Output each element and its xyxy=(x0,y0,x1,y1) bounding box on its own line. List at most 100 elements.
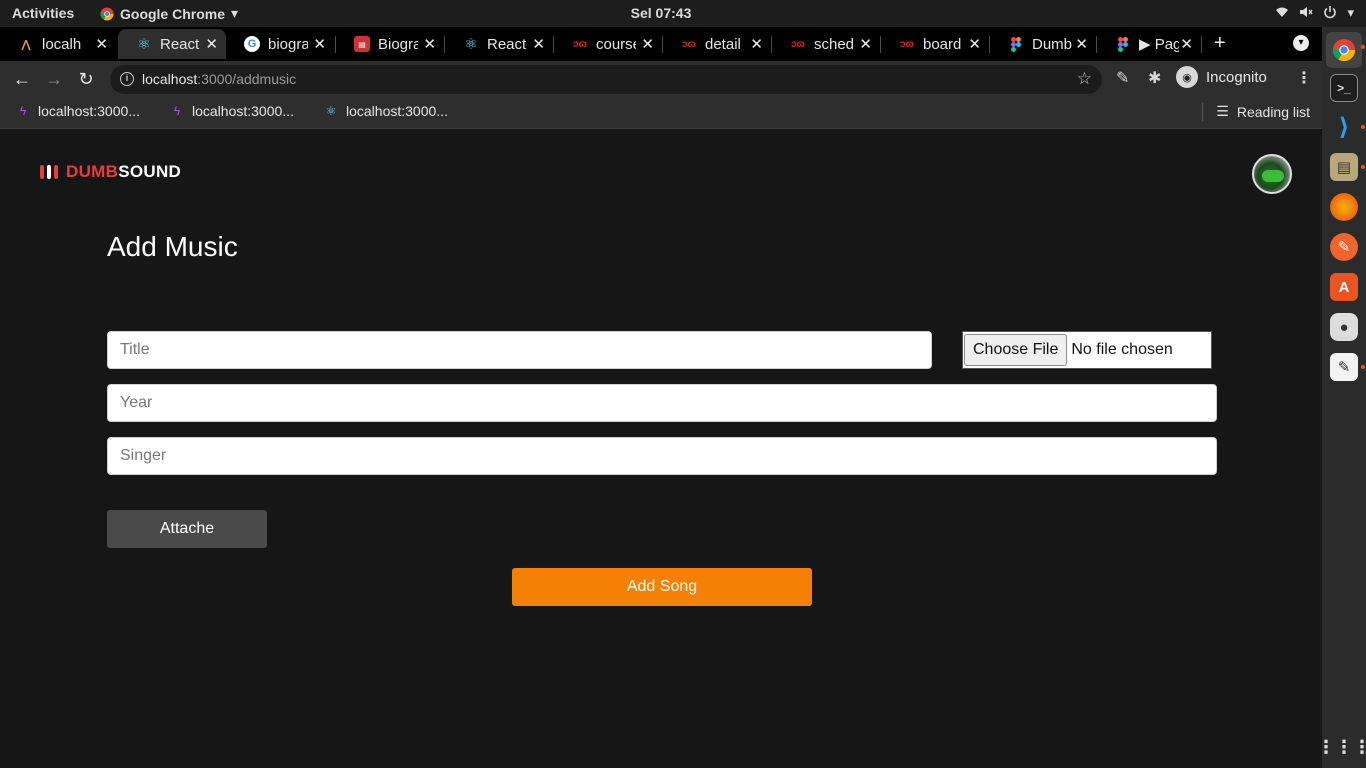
google-icon: G xyxy=(244,36,260,52)
bolt-icon: ϟ xyxy=(173,104,181,118)
site-icon: ▤ xyxy=(354,36,370,52)
text-editor-icon[interactable]: ✎ xyxy=(1330,353,1358,381)
tab-label: ▶ Pag xyxy=(1139,36,1179,53)
tab-6[interactable]: ↄɷ detail ✕ xyxy=(663,29,771,59)
tab-2[interactable]: G biogra ✕ xyxy=(226,29,334,59)
address-bar[interactable]: i localhost:3000/addmusic ☆ xyxy=(110,65,1102,94)
browser-window: ⋀ localho ✕ ⚛ React A ✕ G biogra ✕ ▤ Bio… xyxy=(0,27,1322,768)
profile-label: Incognito xyxy=(1206,68,1267,86)
tab-0[interactable]: ⋀ localho ✕ xyxy=(0,29,116,59)
chrome-icon xyxy=(1332,38,1356,62)
close-icon[interactable]: ✕ xyxy=(1180,35,1193,53)
postman-icon[interactable]: ✎ xyxy=(1330,233,1358,261)
tab-label: schedu xyxy=(814,35,854,53)
add-song-button[interactable]: Add Song xyxy=(512,568,812,606)
url-path: :3000/addmusic xyxy=(197,71,297,87)
tab-strip: ⋀ localho ✕ ⚛ React A ✕ G biogra ✕ ▤ Bio… xyxy=(0,27,1322,61)
app-grid-icon[interactable]: ⋮⋮⋮ xyxy=(1317,733,1366,761)
logo-mark-icon xyxy=(40,165,58,179)
web-page: DUMBSOUND Add Music Choose File No file … xyxy=(0,130,1322,768)
tab-3[interactable]: ▤ Biogra ✕ xyxy=(336,29,444,59)
tab-1[interactable]: ⚛ React A ✕ xyxy=(118,29,226,59)
dock-chrome[interactable] xyxy=(1326,32,1362,68)
power-icon xyxy=(1323,5,1337,22)
running-indicator xyxy=(1361,45,1365,49)
logo-text-dumb: DUMB xyxy=(66,162,119,181)
app-logo[interactable]: DUMBSOUND xyxy=(40,162,181,182)
reading-list-label: Reading list xyxy=(1236,103,1310,120)
logo-text-sound: SOUND xyxy=(118,162,182,181)
incognito-icon: ◉ xyxy=(1176,66,1198,88)
site-info-icon[interactable]: i xyxy=(120,72,134,86)
tab-label: React A xyxy=(160,35,200,53)
bookmark-star-icon[interactable]: ☆ xyxy=(1077,69,1092,89)
pen-extension-icon[interactable]: ✎ xyxy=(1116,68,1129,88)
tab-label: React- xyxy=(487,35,527,53)
title-input[interactable] xyxy=(107,331,932,369)
tab-search-icon[interactable]: ▾ xyxy=(1293,35,1309,51)
extensions-icon[interactable]: ✱ xyxy=(1148,68,1161,88)
year-input[interactable] xyxy=(107,384,1217,422)
close-icon[interactable]: ✕ xyxy=(313,35,326,53)
choose-file-button[interactable]: Choose File xyxy=(964,334,1068,366)
divider xyxy=(1202,103,1204,121)
volume-icon xyxy=(1299,5,1314,22)
new-tab-icon[interactable]: + xyxy=(1214,32,1226,55)
bookmark-label: localhost:3000... xyxy=(346,103,448,119)
react-icon: ⚛ xyxy=(137,36,151,53)
running-indicator xyxy=(1361,125,1365,129)
software-icon[interactable]: A xyxy=(1330,273,1358,301)
close-icon[interactable]: ✕ xyxy=(532,35,545,53)
tab-separator xyxy=(1201,36,1202,53)
close-icon[interactable]: ✕ xyxy=(1075,35,1088,53)
forward-icon[interactable]: → xyxy=(43,68,65,90)
chevron-down-icon: ▾ xyxy=(1347,5,1354,20)
tab-7[interactable]: ↄɷ schedu ✕ xyxy=(772,29,880,59)
bookmark-item[interactable]: ϟ localhost:3000... xyxy=(16,103,140,119)
running-indicator xyxy=(1361,365,1365,369)
close-icon[interactable]: ✕ xyxy=(205,35,218,53)
attache-button[interactable]: Attache xyxy=(107,510,267,548)
running-indicator xyxy=(1361,165,1365,169)
close-icon[interactable]: ✕ xyxy=(968,35,981,53)
tab-label: course xyxy=(596,35,636,53)
figma-icon xyxy=(1115,36,1131,52)
tab-5[interactable]: ↄɷ course ✕ xyxy=(554,29,662,59)
singer-input[interactable] xyxy=(107,437,1217,475)
reload-icon[interactable]: ↻ xyxy=(75,68,97,90)
close-icon[interactable]: ✕ xyxy=(750,35,763,53)
close-icon[interactable]: ✕ xyxy=(423,35,436,53)
tab-label: board xyxy=(923,35,962,53)
back-icon[interactable]: ← xyxy=(11,68,33,90)
tab-10[interactable]: ▶ Pag ✕ xyxy=(1097,29,1201,59)
bookmark-item[interactable]: ϟ localhost:3000... xyxy=(170,103,294,119)
clock[interactable]: Sel 07:43 xyxy=(0,5,1322,21)
bookmark-label: localhost:3000... xyxy=(192,103,294,119)
tab-9[interactable]: Dumb ✕ xyxy=(990,29,1096,59)
tab-8[interactable]: ↄɷ board ✕ xyxy=(881,29,989,59)
tab-4[interactable]: ⚛ React- ✕ xyxy=(445,29,553,59)
wifi-icon xyxy=(1275,5,1289,22)
vscode-icon[interactable]: ⟩ xyxy=(1330,113,1358,141)
profile-button[interactable]: ◉ Incognito xyxy=(1176,66,1267,88)
url-text: localhost:3000/addmusic xyxy=(142,71,296,87)
system-tray[interactable]: ▾ xyxy=(1275,5,1354,22)
user-avatar[interactable] xyxy=(1252,154,1292,194)
reading-list-button[interactable]: ☰ Reading list xyxy=(1202,103,1310,121)
file-picker[interactable]: Choose File No file chosen xyxy=(962,331,1212,369)
terminal-icon[interactable]: >_ xyxy=(1330,74,1358,102)
close-icon[interactable]: ✕ xyxy=(641,35,654,53)
dw-icon: ↄɷ xyxy=(681,38,696,50)
bookmark-item[interactable]: ⚛ localhost:3000... xyxy=(324,103,448,119)
close-icon[interactable]: ✕ xyxy=(95,35,108,53)
firefox-icon[interactable] xyxy=(1330,193,1358,221)
close-icon[interactable]: ✕ xyxy=(859,35,872,53)
dw-icon: ↄɷ xyxy=(899,38,914,50)
files-icon[interactable]: ▤ xyxy=(1330,153,1358,181)
url-host: localhost xyxy=(142,71,198,87)
menu-kebab-icon[interactable]: ⋮ xyxy=(1296,68,1312,88)
dock: >_ ⟩ ▤ ✎ A ● ✎ ⋮⋮⋮ xyxy=(1317,27,1366,768)
tab-label: biogra xyxy=(268,35,308,53)
usb-icon[interactable]: ● xyxy=(1330,313,1358,341)
bolt-icon: ϟ xyxy=(19,104,27,118)
